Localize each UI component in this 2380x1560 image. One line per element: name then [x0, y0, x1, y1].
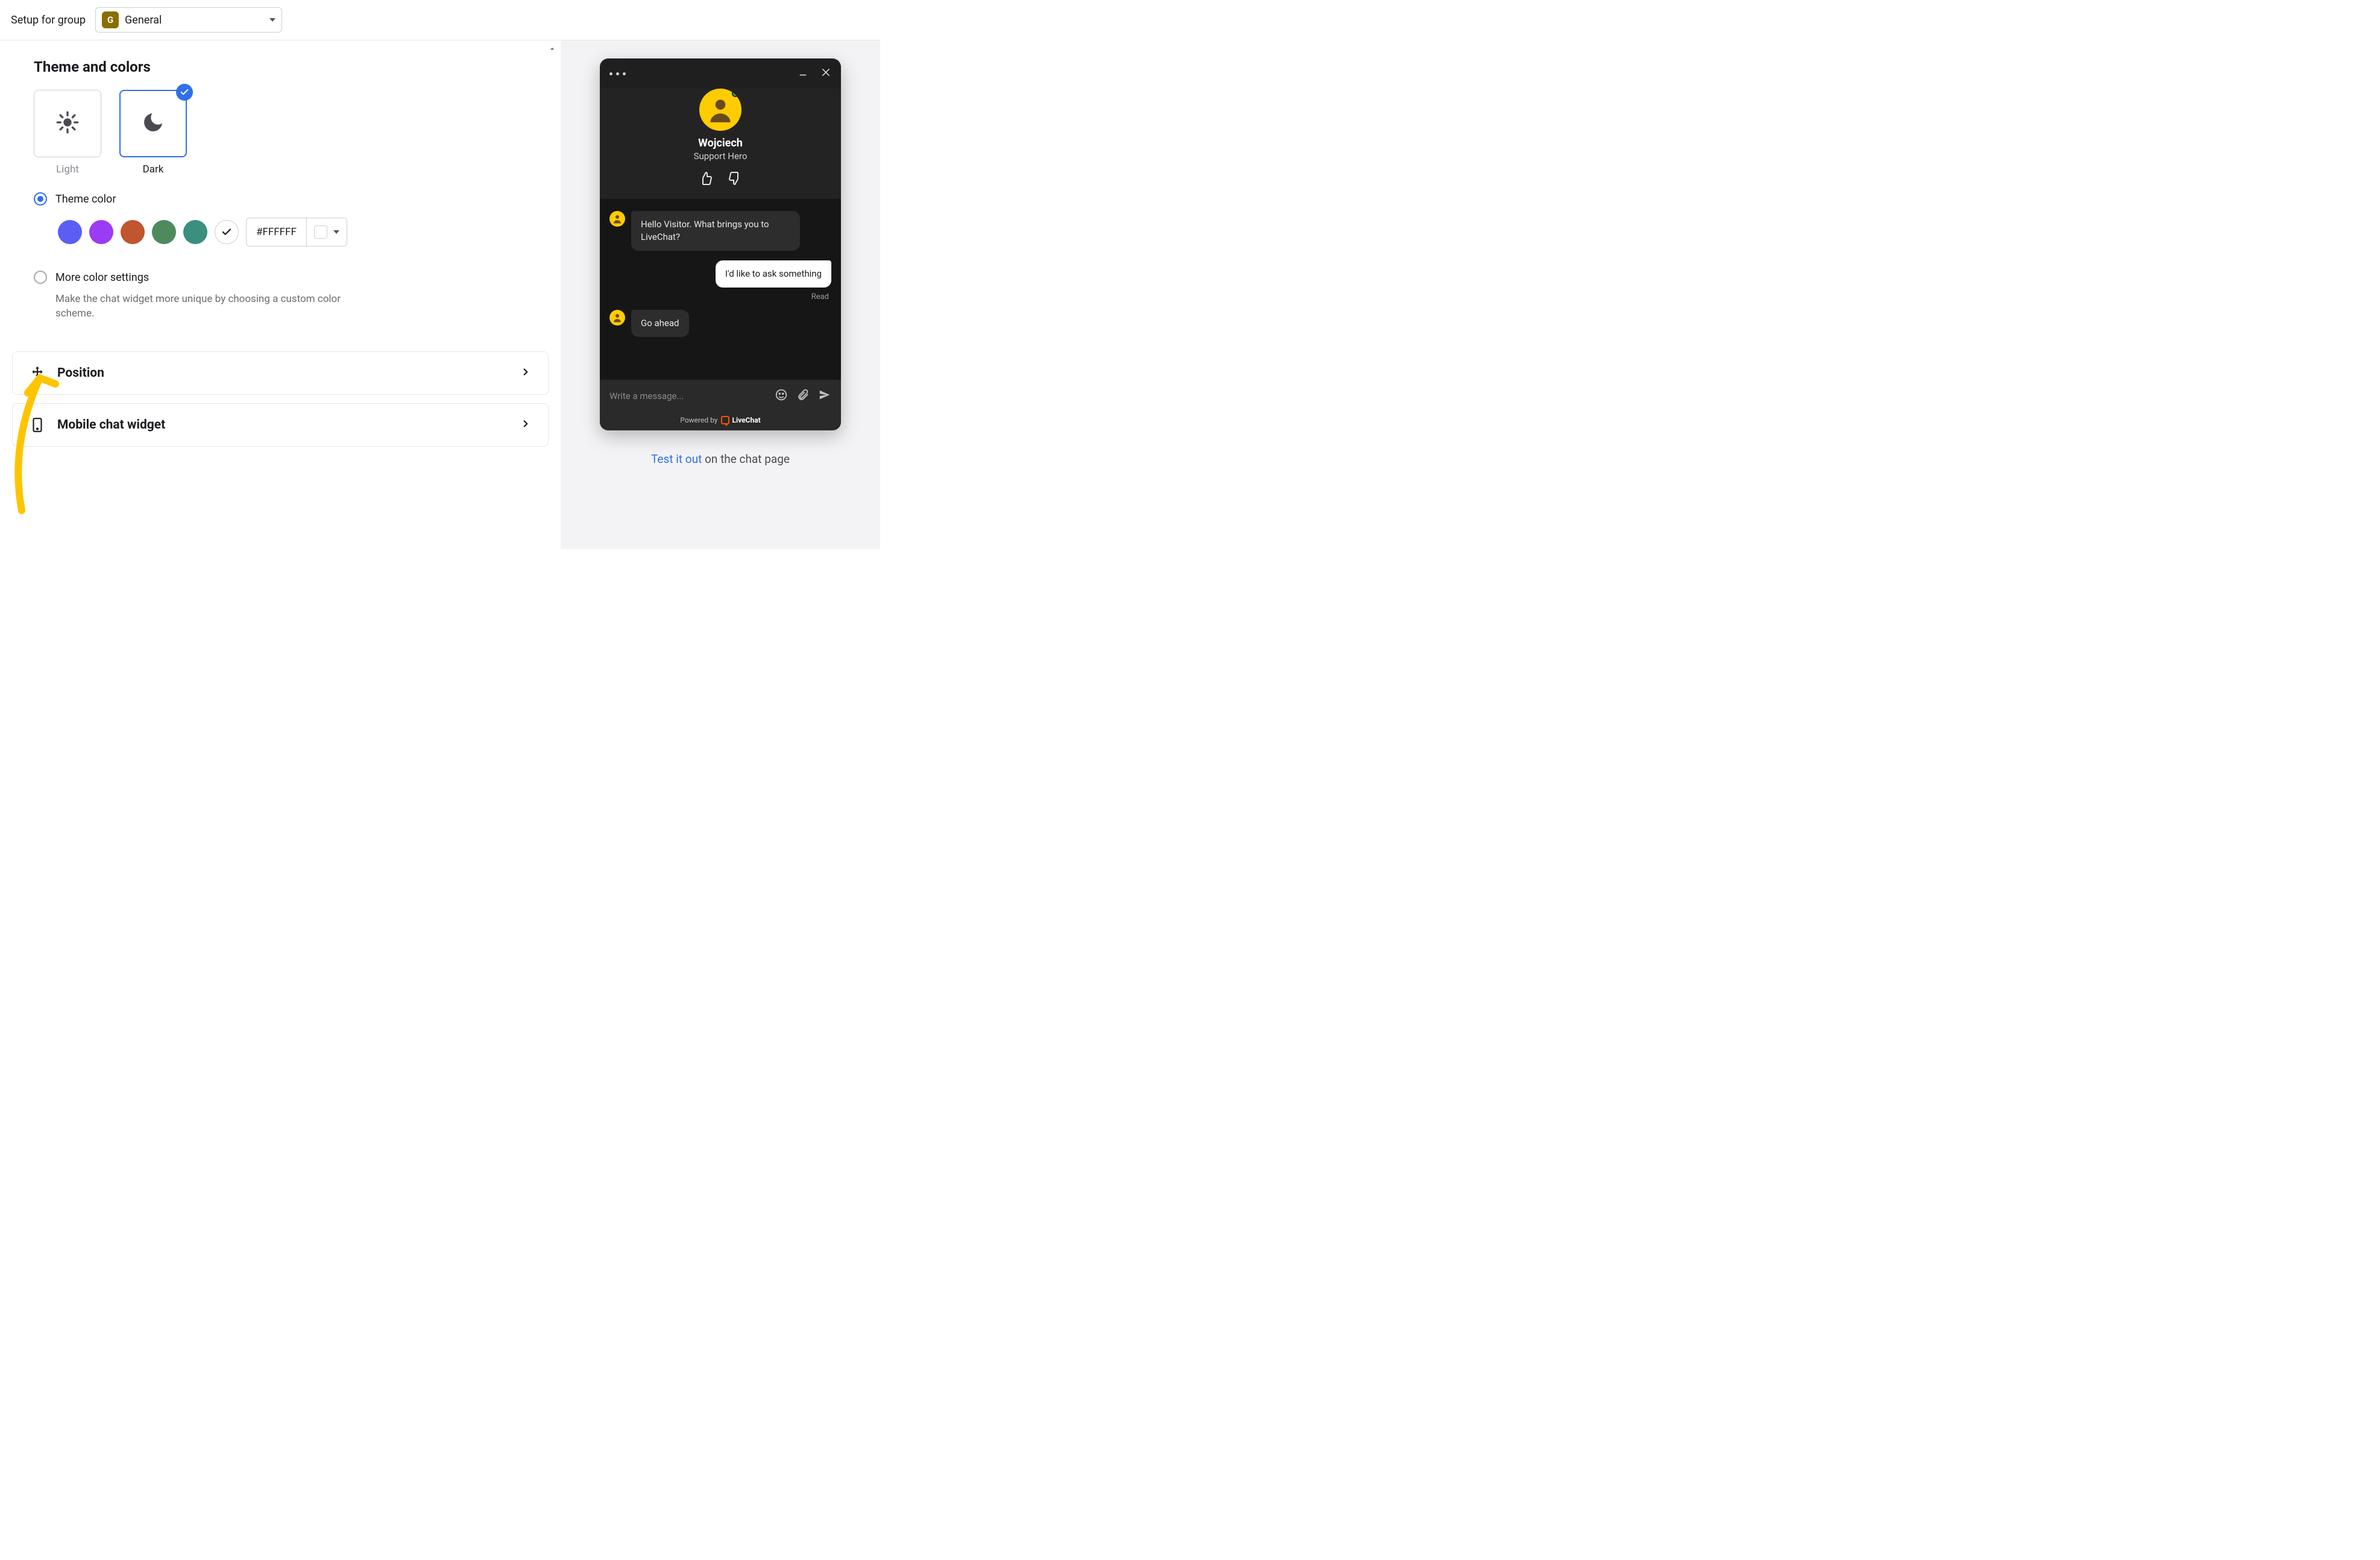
topbar: Setup for group G General [0, 0, 880, 40]
thumbs-down-icon[interactable] [728, 171, 742, 188]
agent-message: Hello Visitor. What brings you to LiveCh… [631, 211, 800, 251]
theme-label-light: Light [56, 163, 79, 175]
agent-avatar [699, 89, 741, 131]
cta-rest: on the chat page [702, 452, 790, 466]
move-icon [30, 365, 45, 381]
swatch-3[interactable] [121, 220, 145, 244]
scroll-up-icon[interactable] [547, 44, 557, 56]
widget-body: Hello Visitor. What brings you to LiveCh… [600, 199, 841, 380]
mobile-icon [30, 417, 45, 433]
settings-pane: Theme and colors Light [0, 40, 561, 549]
theme-tile-light[interactable] [34, 90, 101, 157]
message-row: Go ahead [609, 310, 831, 337]
caret-down-icon [333, 230, 339, 234]
swatch-selected[interactable] [215, 220, 239, 244]
chat-widget-preview: Wojciech Support Hero Hello Visitor [600, 58, 841, 430]
setup-for-group-label: Setup for group [11, 14, 86, 27]
thumbs-up-icon[interactable] [699, 171, 713, 188]
selected-check-icon [176, 84, 193, 101]
theme-tile-dark[interactable] [119, 90, 187, 157]
message-row: Hello Visitor. What brings you to LiveCh… [609, 211, 831, 251]
widget-footer: Powered by LiveChat [600, 412, 841, 430]
agent-avatar-small [609, 310, 625, 326]
mobile-widget-title: Mobile chat widget [57, 418, 508, 432]
theme-option-dark[interactable]: Dark [119, 90, 187, 175]
preview-pane: Wojciech Support Hero Hello Visitor [561, 40, 880, 549]
group-name: General [125, 14, 263, 27]
preview-cta: Test it out on the chat page [561, 452, 880, 466]
powered-by-label: Powered by [680, 416, 717, 424]
mobile-widget-row[interactable]: Mobile chat widget [12, 403, 549, 447]
theme-panel: Theme and colors Light [12, 58, 549, 327]
theme-section-title: Theme and colors [34, 58, 527, 75]
theme-color-label: Theme color [55, 193, 116, 206]
hex-value: #FFFFFF [247, 226, 306, 238]
agent-avatar-small [609, 211, 625, 227]
swatch-4[interactable] [152, 220, 176, 244]
position-row[interactable]: Position [12, 351, 549, 395]
close-icon[interactable] [820, 67, 831, 80]
agent-name: Wojciech [698, 137, 743, 149]
more-colors-radio[interactable] [34, 271, 47, 284]
theme-label-dark: Dark [143, 163, 164, 175]
chevron-right-icon [520, 418, 531, 432]
hex-input[interactable]: #FFFFFF [246, 218, 347, 247]
message-row: I'd like to ask something [609, 260, 831, 288]
caret-down-icon [269, 18, 275, 22]
hex-chip [314, 225, 327, 239]
livechat-mark-icon [721, 416, 729, 424]
swatch-1[interactable] [58, 220, 82, 244]
menu-dots-icon[interactable] [609, 72, 626, 75]
chevron-right-icon [520, 366, 531, 380]
widget-titlebar [600, 58, 841, 89]
send-icon[interactable] [818, 388, 831, 404]
livechat-brand: LiveChat [732, 416, 760, 424]
theme-option-light[interactable]: Light [34, 90, 101, 175]
agent-message: Go ahead [631, 310, 689, 337]
read-receipt: Read [609, 292, 829, 301]
more-colors-radio-row[interactable]: More color settings [34, 271, 527, 284]
group-selector[interactable]: G General [95, 7, 282, 33]
widget-header: Wojciech Support Hero [600, 89, 841, 199]
more-colors-label: More color settings [55, 271, 149, 284]
hex-color-picker-toggle[interactable] [306, 218, 347, 246]
test-it-out-link[interactable]: Test it out [651, 452, 702, 466]
attachment-icon[interactable] [796, 388, 810, 404]
moon-icon [141, 110, 165, 137]
swatch-2[interactable] [89, 220, 113, 244]
minimize-icon[interactable] [798, 67, 808, 80]
widget-input[interactable]: Write a message... [600, 380, 841, 412]
more-colors-description: Make the chat widget more unique by choo… [55, 292, 369, 321]
livechat-logo[interactable]: LiveChat [721, 416, 760, 424]
group-badge: G [102, 11, 119, 28]
sun-icon [55, 110, 80, 137]
swatch-5[interactable] [183, 220, 207, 244]
presence-indicator [732, 90, 739, 97]
theme-color-radio-row[interactable]: Theme color [34, 192, 527, 206]
visitor-message: I'd like to ask something [716, 260, 831, 288]
swatch-row: #FFFFFF [58, 218, 527, 247]
agent-role: Support Hero [694, 151, 748, 162]
theme-color-radio[interactable] [34, 192, 47, 206]
message-input-placeholder: Write a message... [609, 391, 766, 401]
emoji-icon[interactable] [775, 388, 788, 404]
position-title: Position [57, 366, 508, 380]
